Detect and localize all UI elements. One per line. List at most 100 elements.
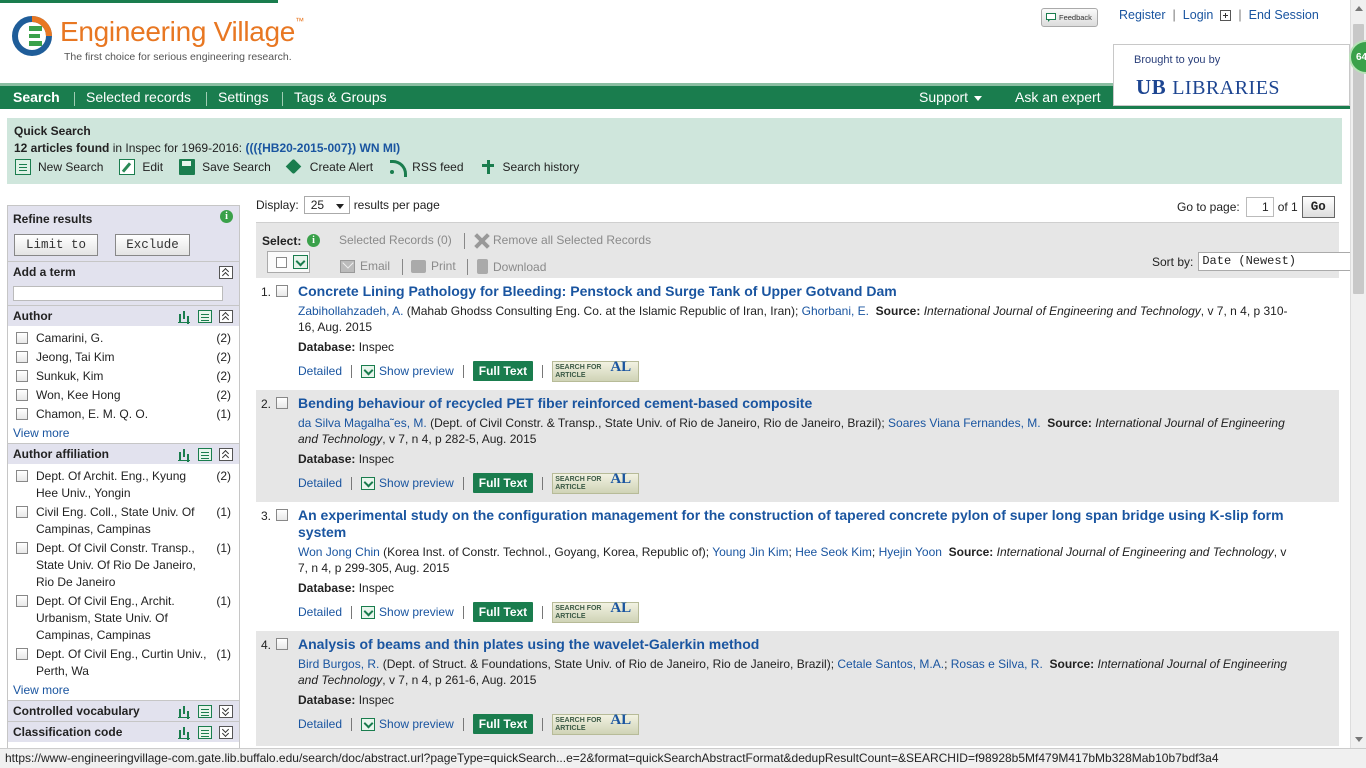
- search-for-article-button[interactable]: SEARCH FOR ARTICLE AL: [552, 359, 640, 382]
- scroll-down-icon[interactable]: [1355, 737, 1363, 742]
- author-link[interactable]: Zabihollahzadeh, A.: [298, 304, 403, 318]
- search-history-button[interactable]: Search history: [480, 159, 579, 175]
- end-session-link[interactable]: End Session: [1249, 8, 1319, 22]
- full-text-button[interactable]: Full Text: [472, 714, 534, 734]
- result-title-link[interactable]: Concrete Lining Pathology for Bleeding: …: [298, 283, 1298, 300]
- edit-search-button[interactable]: Edit: [119, 159, 163, 175]
- search-for-article-button[interactable]: SEARCH FOR ARTICLE AL: [552, 600, 640, 623]
- nav-tags-groups[interactable]: Tags & Groups: [294, 89, 387, 105]
- author-link[interactable]: Hyejin Yoon: [879, 545, 942, 559]
- save-search-button[interactable]: Save Search: [179, 159, 271, 175]
- author-link[interactable]: Young Jin Kim: [712, 545, 788, 559]
- bar-chart-icon[interactable]: [177, 310, 191, 323]
- full-text-button[interactable]: Full Text: [472, 361, 534, 381]
- facet-checkbox[interactable]: [16, 351, 28, 363]
- go-button[interactable]: Go: [1301, 196, 1335, 218]
- select-all-control[interactable]: [267, 251, 310, 273]
- login-link[interactable]: Login: [1183, 8, 1214, 22]
- expand-icon[interactable]: [219, 705, 233, 718]
- search-for-article-button[interactable]: SEARCH FOR ARTICLE AL: [552, 471, 640, 494]
- result-title-link[interactable]: Bending behaviour of recycled PET fiber …: [298, 395, 1298, 412]
- info-icon[interactable]: i: [307, 234, 320, 247]
- author-link[interactable]: Hee Seok Kim: [795, 545, 872, 559]
- detailed-link[interactable]: Detailed: [298, 476, 342, 490]
- facet-checkbox[interactable]: [16, 595, 28, 607]
- author-link[interactable]: Soares Viana Fernandes, M.: [888, 416, 1041, 430]
- result-title-link[interactable]: An experimental study on the configurati…: [298, 507, 1298, 541]
- export-icon[interactable]: [198, 705, 212, 718]
- full-text-button[interactable]: Full Text: [472, 473, 534, 493]
- results-per-page-select[interactable]: 25: [303, 196, 350, 214]
- detailed-link[interactable]: Detailed: [298, 717, 342, 731]
- collapse-icon[interactable]: [219, 266, 233, 279]
- info-icon[interactable]: i: [220, 210, 233, 223]
- export-icon[interactable]: [198, 448, 212, 461]
- author-link[interactable]: da Silva Magalha˜es, M.: [298, 416, 427, 430]
- print-button[interactable]: Print: [411, 259, 456, 273]
- register-link[interactable]: Register: [1119, 8, 1166, 22]
- author-link[interactable]: Cetale Santos, M.A.: [837, 657, 944, 671]
- facet-checkbox[interactable]: [16, 370, 28, 382]
- download-button[interactable]: Download: [477, 259, 546, 274]
- show-preview-link[interactable]: Show preview: [361, 605, 454, 619]
- exclude-button[interactable]: Exclude: [115, 234, 190, 256]
- author-link[interactable]: Bird Burgos, R.: [298, 657, 379, 671]
- search-query-link[interactable]: ((({HB20-2015-007}) WN MI): [245, 141, 400, 155]
- facet-checkbox[interactable]: [16, 648, 28, 660]
- result-checkbox[interactable]: [276, 509, 288, 521]
- export-icon[interactable]: [198, 310, 212, 323]
- author-view-more-link[interactable]: View more: [8, 425, 239, 443]
- engineering-village-logo[interactable]: Engineering Village™ The first choice fo…: [12, 12, 342, 72]
- add-term-input[interactable]: [13, 286, 223, 301]
- affiliation-view-more-link[interactable]: View more: [8, 682, 239, 700]
- email-button[interactable]: Email: [340, 259, 390, 273]
- export-icon[interactable]: [198, 726, 212, 739]
- show-preview-link[interactable]: Show preview: [361, 717, 454, 731]
- nav-support[interactable]: Support: [919, 89, 983, 105]
- nav-ask-expert[interactable]: Ask an expert: [1015, 89, 1101, 105]
- show-preview-link[interactable]: Show preview: [361, 364, 454, 378]
- facet-checkbox[interactable]: [16, 389, 28, 401]
- ub-libraries-logo[interactable]: UB LIBRARIES: [1136, 75, 1280, 100]
- vertical-scrollbar[interactable]: [1350, 0, 1366, 768]
- facet-checkbox[interactable]: [16, 542, 28, 554]
- facet-checkbox[interactable]: [16, 470, 28, 482]
- result-title-link[interactable]: Analysis of beams and thin plates using …: [298, 636, 1298, 653]
- expand-plus-icon[interactable]: [1220, 9, 1232, 21]
- collapse-icon[interactable]: [219, 448, 233, 461]
- feedback-button[interactable]: Feedback: [1041, 8, 1098, 27]
- nav-settings[interactable]: Settings: [218, 89, 269, 105]
- result-checkbox[interactable]: [276, 638, 288, 650]
- nav-search[interactable]: Search: [13, 89, 60, 105]
- author-link[interactable]: Ghorbani, E.: [802, 304, 869, 318]
- remove-all-selected-button[interactable]: Remove all Selected Records: [473, 233, 651, 247]
- sort-select[interactable]: Date (Newest): [1198, 252, 1366, 271]
- facet-checkbox[interactable]: [16, 332, 28, 344]
- author-link[interactable]: Won Jong Chin: [298, 545, 380, 559]
- full-text-button[interactable]: Full Text: [472, 602, 534, 622]
- classification-code-header[interactable]: Classification code: [8, 721, 239, 742]
- limit-to-button[interactable]: Limit to: [14, 234, 98, 256]
- chevron-down-icon[interactable]: [293, 255, 308, 269]
- scroll-up-icon[interactable]: [1355, 6, 1363, 11]
- search-for-article-button[interactable]: SEARCH FOR ARTICLE AL: [552, 712, 640, 735]
- nav-selected-records[interactable]: Selected records: [86, 89, 191, 105]
- controlled-vocab-header[interactable]: Controlled vocabulary: [8, 700, 239, 721]
- select-all-checkbox[interactable]: [276, 257, 287, 268]
- detailed-link[interactable]: Detailed: [298, 605, 342, 619]
- facet-checkbox[interactable]: [16, 506, 28, 518]
- bar-chart-icon[interactable]: [177, 448, 191, 461]
- bar-chart-icon[interactable]: [177, 726, 191, 739]
- rss-feed-button[interactable]: RSS feed: [389, 159, 464, 177]
- author-link[interactable]: Rosas e Silva, R.: [951, 657, 1043, 671]
- show-preview-link[interactable]: Show preview: [361, 476, 454, 490]
- result-checkbox[interactable]: [276, 397, 288, 409]
- collapse-icon[interactable]: [219, 310, 233, 323]
- page-number-input[interactable]: 1: [1245, 197, 1274, 217]
- result-checkbox[interactable]: [276, 285, 288, 297]
- facet-checkbox[interactable]: [16, 408, 28, 420]
- bar-chart-icon[interactable]: [177, 705, 191, 718]
- detailed-link[interactable]: Detailed: [298, 364, 342, 378]
- new-search-button[interactable]: New Search: [15, 159, 103, 175]
- expand-icon[interactable]: [219, 726, 233, 739]
